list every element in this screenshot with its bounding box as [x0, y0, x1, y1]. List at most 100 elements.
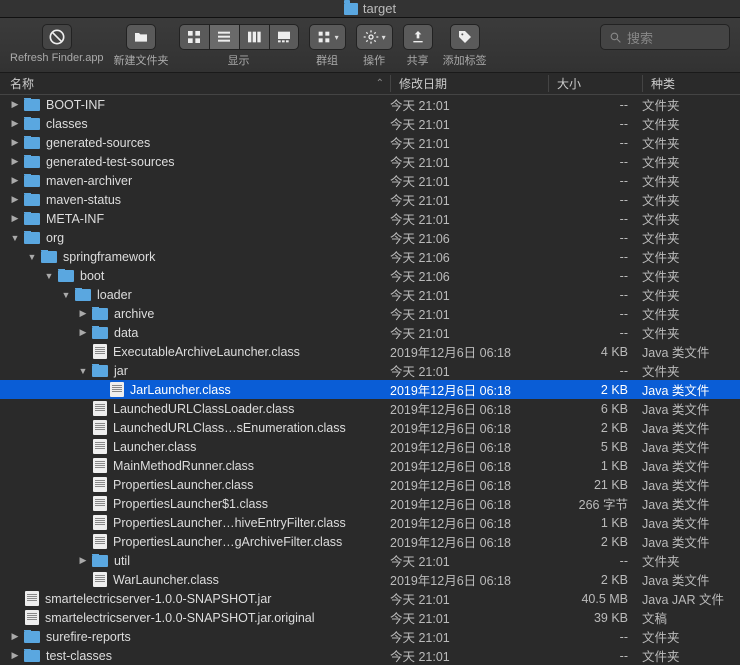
disclosure-triangle[interactable]: ▶ — [10, 650, 20, 661]
folder-icon — [92, 555, 108, 567]
file-kind: Java 类文件 — [642, 437, 740, 456]
file-row[interactable]: ▼boot今天 21:06--文件夹 — [0, 266, 740, 285]
disclosure-triangle[interactable]: ▼ — [78, 366, 88, 376]
file-icon — [25, 610, 39, 625]
file-name: jar — [114, 364, 128, 378]
file-row[interactable]: ▶META-INF今天 21:01--文件夹 — [0, 209, 740, 228]
file-row[interactable]: LaunchedURLClassLoader.class2019年12月6日 0… — [0, 399, 740, 418]
folder-icon — [24, 156, 40, 168]
column-header-name[interactable]: 名称⌃ — [0, 75, 390, 92]
file-size: -- — [548, 250, 642, 264]
file-row[interactable]: smartelectricserver-1.0.0-SNAPSHOT.jar今天… — [0, 589, 740, 608]
file-name: springframework — [63, 250, 155, 264]
file-row[interactable]: smartelectricserver-1.0.0-SNAPSHOT.jar.o… — [0, 608, 740, 627]
file-row[interactable]: WarLauncher.class2019年12月6日 06:182 KBJav… — [0, 570, 740, 589]
file-row[interactable]: Launcher.class2019年12月6日 06:185 KBJava 类… — [0, 437, 740, 456]
file-row[interactable]: ▶data今天 21:01--文件夹 — [0, 323, 740, 342]
file-row[interactable]: LaunchedURLClass…sEnumeration.class2019年… — [0, 418, 740, 437]
view-icon-button[interactable] — [179, 24, 209, 50]
file-kind: 文件夹 — [642, 209, 740, 228]
file-name: LaunchedURLClassLoader.class — [113, 402, 294, 416]
file-kind: 文件夹 — [642, 304, 740, 323]
file-row[interactable]: ExecutableArchiveLauncher.class2019年12月6… — [0, 342, 740, 361]
file-row[interactable]: ▼loader今天 21:01--文件夹 — [0, 285, 740, 304]
share-button[interactable] — [403, 24, 433, 50]
file-row[interactable]: JarLauncher.class2019年12月6日 06:182 KBJav… — [0, 380, 740, 399]
view-list-button[interactable] — [209, 24, 239, 50]
file-size: 1 KB — [548, 516, 642, 530]
file-date: 2019年12月6日 06:18 — [390, 570, 548, 589]
new-folder-button[interactable] — [126, 24, 156, 50]
file-row[interactable]: ▶archive今天 21:01--文件夹 — [0, 304, 740, 323]
file-row[interactable]: MainMethodRunner.class2019年12月6日 06:181 … — [0, 456, 740, 475]
file-row[interactable]: ▼jar今天 21:01--文件夹 — [0, 361, 740, 380]
disclosure-triangle[interactable]: ▶ — [10, 194, 20, 205]
disclosure-triangle[interactable]: ▶ — [78, 555, 88, 566]
search-input[interactable]: 搜索 — [600, 24, 730, 50]
file-date: 今天 21:01 — [390, 95, 548, 114]
disclosure-triangle[interactable]: ▼ — [10, 233, 20, 243]
file-row[interactable]: ▶generated-test-sources今天 21:01--文件夹 — [0, 152, 740, 171]
file-row[interactable]: ▶classes今天 21:01--文件夹 — [0, 114, 740, 133]
file-row[interactable]: ▶surefire-reports今天 21:01--文件夹 — [0, 627, 740, 646]
disclosure-triangle[interactable]: ▶ — [10, 213, 20, 224]
file-size: 21 KB — [548, 478, 642, 492]
file-kind: 文件夹 — [642, 323, 740, 342]
file-row[interactable]: PropertiesLauncher$1.class2019年12月6日 06:… — [0, 494, 740, 513]
file-kind: Java 类文件 — [642, 380, 740, 399]
disclosure-triangle[interactable]: ▶ — [10, 175, 20, 186]
file-row[interactable]: ▶maven-status今天 21:01--文件夹 — [0, 190, 740, 209]
columns-icon — [246, 29, 262, 45]
file-date: 今天 21:01 — [390, 114, 548, 133]
file-name: archive — [114, 307, 154, 321]
file-row[interactable]: PropertiesLauncher…gArchiveFilter.class2… — [0, 532, 740, 551]
file-row[interactable]: ▶BOOT-INF今天 21:01--文件夹 — [0, 95, 740, 114]
folder-icon — [24, 232, 40, 244]
file-kind: Java 类文件 — [642, 399, 740, 418]
grid-icon — [186, 29, 202, 45]
disclosure-triangle[interactable]: ▶ — [10, 99, 20, 110]
action-button[interactable]: ▾ — [356, 24, 393, 50]
file-icon — [25, 591, 39, 606]
file-row[interactable]: PropertiesLauncher…hiveEntryFilter.class… — [0, 513, 740, 532]
file-kind: Java 类文件 — [642, 532, 740, 551]
disclosure-triangle[interactable]: ▶ — [78, 327, 88, 338]
file-row[interactable]: ▶maven-archiver今天 21:01--文件夹 — [0, 171, 740, 190]
column-header-kind[interactable]: 种类 — [642, 75, 740, 92]
file-size: 1 KB — [548, 459, 642, 473]
file-name: PropertiesLauncher$1.class — [113, 497, 268, 511]
group-button[interactable]: ▾ — [309, 24, 346, 50]
disclosure-triangle[interactable]: ▶ — [10, 118, 20, 129]
disclosure-triangle[interactable]: ▶ — [10, 631, 20, 642]
file-row[interactable]: ▼org今天 21:06--文件夹 — [0, 228, 740, 247]
file-kind: 文件夹 — [642, 361, 740, 380]
share-icon — [410, 29, 426, 45]
disclosure-triangle[interactable]: ▼ — [44, 271, 54, 281]
file-row[interactable]: ▶generated-sources今天 21:01--文件夹 — [0, 133, 740, 152]
file-row[interactable]: PropertiesLauncher.class2019年12月6日 06:18… — [0, 475, 740, 494]
view-gallery-button[interactable] — [269, 24, 299, 50]
tags-button[interactable] — [450, 24, 480, 50]
file-size: 2 KB — [548, 573, 642, 587]
gallery-icon — [276, 29, 292, 45]
folder-icon — [24, 631, 40, 643]
disclosure-triangle[interactable]: ▼ — [27, 252, 37, 262]
file-date: 今天 21:01 — [390, 171, 548, 190]
file-kind: Java 类文件 — [642, 475, 740, 494]
column-header-size[interactable]: 大小 — [548, 75, 642, 92]
view-label: 显示 — [228, 52, 250, 68]
file-date: 2019年12月6日 06:18 — [390, 475, 548, 494]
refresh-finder-button[interactable] — [42, 24, 72, 50]
column-header-date[interactable]: 修改日期 — [390, 75, 548, 92]
folder-icon — [58, 270, 74, 282]
file-row[interactable]: ▶util今天 21:01--文件夹 — [0, 551, 740, 570]
disclosure-triangle[interactable]: ▶ — [78, 308, 88, 319]
disclosure-triangle[interactable]: ▶ — [10, 156, 20, 167]
disclosure-triangle[interactable]: ▼ — [61, 290, 71, 300]
file-date: 今天 21:01 — [390, 551, 548, 570]
view-column-button[interactable] — [239, 24, 269, 50]
file-icon — [93, 344, 107, 359]
file-row[interactable]: ▶test-classes今天 21:01--文件夹 — [0, 646, 740, 665]
file-row[interactable]: ▼springframework今天 21:06--文件夹 — [0, 247, 740, 266]
disclosure-triangle[interactable]: ▶ — [10, 137, 20, 148]
